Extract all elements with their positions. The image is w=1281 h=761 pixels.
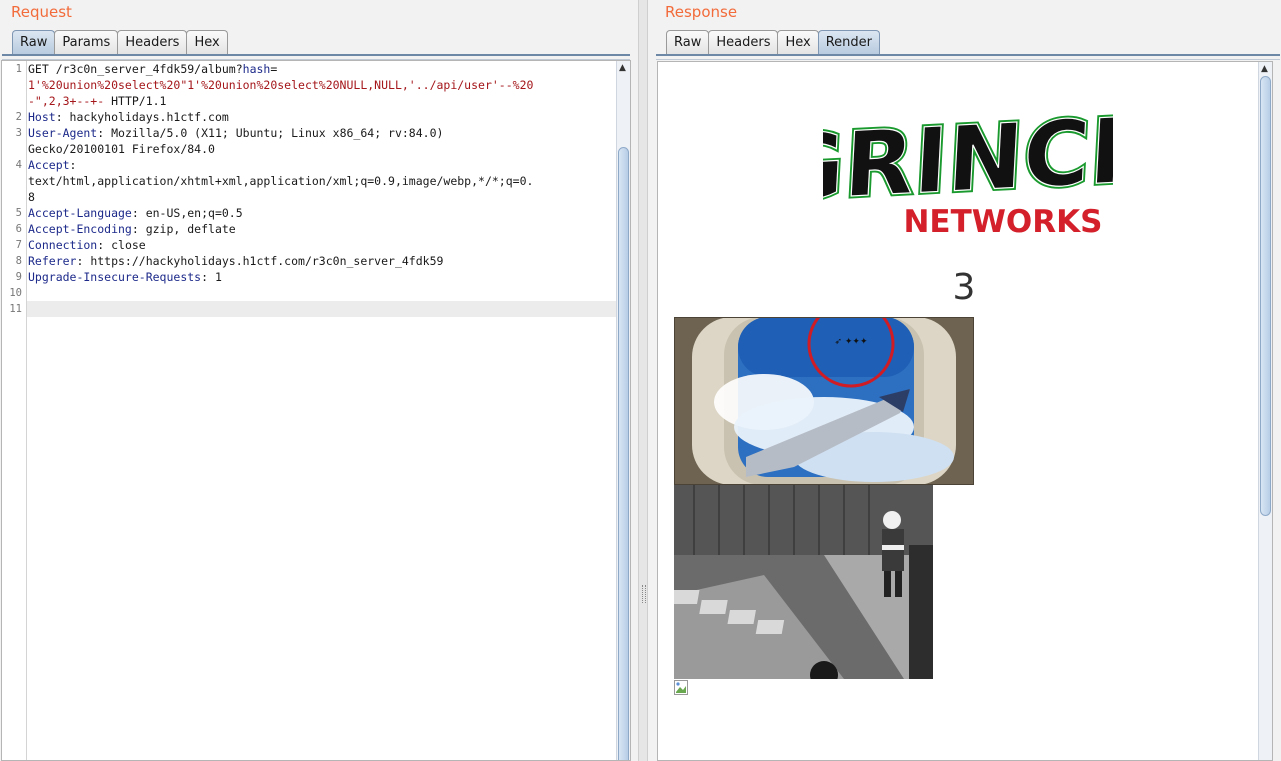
header-accept-language: Accept-Language: en-US,en;q=0.5	[28, 205, 243, 221]
airplane-window-photo: ➶ ✦✦✦	[674, 317, 974, 485]
tab-underline	[656, 54, 1280, 60]
tab-headers[interactable]: Headers	[117, 30, 188, 54]
header-value: : Mozilla/5.0 (X11; Ubuntu; Linux x86_64…	[97, 126, 444, 140]
airplane-window-image: ➶ ✦✦✦	[674, 317, 974, 485]
line-number: 10	[9, 287, 22, 299]
scroll-up-icon[interactable]: ▲	[1261, 64, 1268, 74]
tab-hex[interactable]: Hex	[777, 30, 819, 54]
header-value: : https://hackyholidays.h1ctf.com/r3c0n_…	[76, 254, 444, 268]
param-equals: =	[270, 62, 278, 76]
logo-text-networks: NETWORKS	[903, 204, 1102, 240]
http-version: HTTP/1.1	[104, 94, 167, 108]
rendered-response[interactable]: GRINCH GRINCH NETWORKS 3 ➶ ✦✦✦ ▲	[657, 61, 1273, 761]
request-pane: Request Raw Params Headers Hex 1 2 3 4 5…	[0, 0, 638, 761]
request-line-1: GET /r3c0n_server_4fdk59/album?hash=	[28, 61, 277, 77]
header-referer: Referer: https://hackyholidays.h1ctf.com…	[28, 253, 443, 269]
header-value: : 1	[201, 270, 222, 284]
param-value-end: -",2,3+--+-	[28, 94, 105, 108]
header-value: :	[69, 158, 77, 172]
request-editor[interactable]: 1 2 3 4 5 6 7 8 9 10 11 GET /r3c0n_serve…	[1, 60, 631, 761]
header-user-agent: User-Agent: Mozilla/5.0 (X11; Ubuntu; Li…	[28, 125, 443, 141]
param-value-line: -",2,3+--+- HTTP/1.1	[28, 93, 166, 109]
header-value: : gzip, deflate	[131, 222, 236, 236]
param-name: hash	[242, 62, 271, 76]
pane-splitter[interactable]	[638, 0, 648, 761]
line-number: 4	[15, 159, 22, 171]
scrollbar-thumb[interactable]	[1260, 76, 1271, 516]
header-accept-encoding: Accept-Encoding: gzip, deflate	[28, 221, 236, 237]
header-value: : en-US,en;q=0.5	[131, 206, 243, 220]
request-tabs: Raw Params Headers Hex	[12, 30, 228, 54]
album-number: 3	[952, 267, 976, 308]
line-number: 1	[15, 63, 22, 75]
request-title: Request	[11, 3, 72, 21]
header-value-wrap: text/html,application/xhtml+xml,applicat…	[28, 174, 534, 188]
header-key: User-Agent	[28, 126, 98, 140]
line-number: 3	[15, 127, 22, 139]
svg-text:➶ ✦✦✦: ➶ ✦✦✦	[834, 337, 867, 347]
broken-image-icon	[674, 680, 690, 696]
header-accept: Accept:	[28, 157, 76, 173]
header-key: Connection	[28, 238, 98, 252]
header-value-wrap: 8	[28, 190, 35, 204]
santa-garden-photo	[674, 485, 933, 679]
param-value-line: 1'%20union%20select%20"1'%20union%20sele…	[28, 78, 534, 92]
line-number: 9	[15, 271, 22, 283]
header-key: Accept-Encoding	[28, 222, 132, 236]
header-key: Accept	[28, 158, 70, 172]
header-upgrade-insecure: Upgrade-Insecure-Requests: 1	[28, 269, 222, 285]
response-title: Response	[665, 3, 738, 21]
santa-garden-image	[674, 485, 933, 679]
scroll-up-icon[interactable]: ▲	[619, 63, 626, 73]
line-number: 5	[15, 207, 22, 219]
line-number: 2	[15, 111, 22, 123]
line-number: 6	[15, 223, 22, 235]
request-scrollbar[interactable]: ▲	[616, 61, 630, 760]
request-method-path: GET /r3c0n_server_4fdk59/album?	[28, 62, 243, 76]
line-number: 11	[9, 303, 22, 315]
header-key: Accept-Language	[28, 206, 132, 220]
tab-raw[interactable]: Raw	[666, 30, 710, 54]
splitter-grip-icon[interactable]	[642, 585, 646, 603]
tab-hex[interactable]: Hex	[186, 30, 228, 54]
current-line-highlight	[27, 301, 617, 317]
tab-render[interactable]: Render	[817, 30, 880, 54]
line-number-gutter: 1 2 3 4 5 6 7 8 9 10 11	[2, 61, 27, 760]
header-host: Host: hackyholidays.h1ctf.com	[28, 109, 229, 125]
header-value: : hackyholidays.h1ctf.com	[55, 110, 229, 124]
header-key: Upgrade-Insecure-Requests	[28, 270, 202, 284]
header-value: : close	[97, 238, 146, 252]
scrollbar-thumb[interactable]	[618, 147, 629, 760]
tab-raw[interactable]: Raw	[12, 30, 56, 54]
line-number: 8	[15, 255, 22, 267]
header-key: Host	[28, 110, 56, 124]
header-connection: Connection: close	[28, 237, 146, 253]
response-scrollbar[interactable]: ▲	[1258, 62, 1272, 760]
header-key: Referer	[28, 254, 77, 268]
header-value-wrap: Gecko/20100101 Firefox/84.0	[28, 142, 215, 156]
response-tabs: Raw Headers Hex Render	[666, 30, 880, 54]
response-pane: Response Raw Headers Hex Render GRINCH G…	[648, 0, 1281, 761]
tab-headers[interactable]: Headers	[708, 30, 779, 54]
grinch-networks-logo: GRINCH GRINCH NETWORKS	[823, 95, 1113, 240]
line-number: 7	[15, 239, 22, 251]
tab-params[interactable]: Params	[54, 30, 119, 54]
